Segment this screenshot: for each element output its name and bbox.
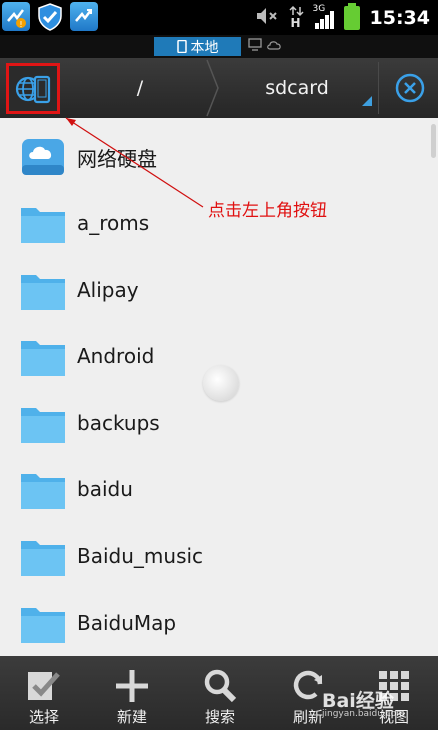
dropdown-indicator [362,96,372,106]
list-item-label: 网络硬盘 [77,146,157,171]
close-button[interactable] [382,58,438,118]
folder-icon [21,541,65,576]
globe-phone-icon [15,75,51,103]
divider [378,62,379,114]
close-icon [395,73,425,103]
tab-local[interactable]: 本地 [154,37,241,56]
svg-text:!: ! [19,20,22,28]
select-label: 选择 [28,708,59,726]
list-item[interactable]: Alipay [0,257,438,323]
location-switch-button[interactable] [6,63,60,114]
list-item-label: Alipay [77,278,139,302]
list-item-label: backups [77,411,160,435]
folder-icon [21,474,65,509]
mute-icon [255,6,279,30]
select-icon [28,672,60,700]
sync-icon [70,2,98,31]
list-item[interactable]: baidu [0,456,438,522]
cloud-icon[interactable] [266,39,282,50]
folder-icon [21,408,65,443]
search-label: 搜索 [204,708,235,726]
list-item[interactable]: 网络硬盘 [0,124,438,190]
new-label: 新建 [116,708,147,726]
list-item-label: BaiduMap [77,611,177,635]
breadcrumb-root[interactable]: / [66,58,214,118]
breadcrumb-sdcard[interactable]: sdcard [218,58,376,118]
tab-local-label: 本地 [190,39,219,56]
select-button[interactable]: 选择 [0,656,88,730]
sync-warning-icon: ! [2,2,30,31]
phone-icon [176,40,187,53]
scrollbar[interactable] [431,124,436,158]
new-button[interactable]: 新建 [88,656,176,730]
folder-icon [21,608,65,643]
loading-indicator [203,365,239,401]
watermark-url: jingyan.baidu.com [322,709,406,719]
data-icon: H [288,5,305,31]
location-strip: 本地 [0,35,438,58]
computer-icon[interactable] [248,38,262,51]
folder-icon [21,275,65,310]
status-bar: ! H 3G 15:34 [0,0,438,35]
battery-icon [343,2,360,30]
shield-icon [36,2,64,31]
clock: 15:34 [369,6,430,29]
list-item-label: baidu [77,477,133,501]
list-item-label: Android [77,344,155,368]
search-button[interactable]: 搜索 [176,656,264,730]
list-item[interactable]: BaiduMap [0,590,438,656]
search-icon [204,669,237,703]
list-item-label: Baidu_music [77,544,204,568]
folder-icon [21,341,65,376]
path-bar: / sdcard [0,58,438,118]
plus-icon [116,670,148,702]
folder-icon [21,208,65,243]
annotation-text: 点击左上角按钮 [208,201,327,221]
list-item-label: a_roms [77,211,150,235]
network-type-label: 3G [312,3,326,14]
cloud-drive-icon [22,139,64,175]
list-item[interactable]: Baidu_music [0,523,438,589]
network-sub-label: H [290,15,301,30]
signal-icon: 3G [312,3,334,29]
